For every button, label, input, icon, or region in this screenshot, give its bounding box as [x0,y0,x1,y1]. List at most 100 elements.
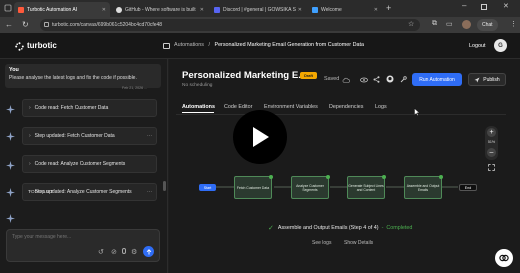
status-badge-label: Draft [304,73,313,78]
chat-log-item-label: Code read: Fetch Customer Data [34,105,109,111]
chat-log-item-label: Code read: Analyze Customer Segments [34,161,126,167]
end-node[interactable]: End [459,184,477,191]
browser-tab-welcome[interactable]: Welcome ✕ [308,2,382,17]
workflow-step-node[interactable]: Fetch Customer Data [234,175,273,199]
reload-icon[interactable]: ↻ [22,20,29,29]
run-automation-button[interactable]: Run Automation [412,73,462,86]
tab-label: GitHub - Where software is built [125,6,196,13]
bookmark-star-icon[interactable]: ☆ [408,20,414,28]
app-logo-text[interactable]: turbotic [27,41,57,50]
breadcrumb-current: Personalized Marketing Email Generation … [214,42,364,48]
settings-icon[interactable]: ⚙ [131,248,137,256]
user-avatar[interactable]: G [494,39,507,52]
attach-icon[interactable]: ⊘ [111,248,117,256]
wrench-icon[interactable] [400,76,407,83]
chat-log-item[interactable]: › Step updated: Fetch Customer Data ··· [22,127,157,145]
fit-view-icon[interactable] [488,164,495,171]
tab-automations[interactable]: Automations [182,104,215,110]
zoom-in-button[interactable]: + [487,128,496,137]
app-header: turbotic Automations / Personalized Mark… [0,33,520,59]
workflow-step-label: Generate Subject Lines and Content [348,183,384,192]
breadcrumb-root[interactable]: Automations [174,42,204,48]
chat-log-item[interactable]: › Code read: Fetch Customer Data [22,99,157,117]
mic-icon[interactable] [122,248,126,254]
maximize-button[interactable] [481,4,487,10]
chat-log-item[interactable]: › Code read: Analyze Customer Segments [22,155,157,173]
video-play-button[interactable] [233,110,287,164]
step-status-dot [269,175,273,179]
more-options-icon[interactable]: ··· [147,133,152,139]
minimize-button[interactable]: – [462,1,466,10]
tab-environment-variables[interactable]: Environment Variables [264,104,318,110]
send-button[interactable] [143,246,154,257]
publish-button[interactable]: Publish [468,73,506,86]
tab-label: Discord | #general | GOWSIKA S [223,6,296,13]
chat-label: Chat [482,22,493,28]
browser-tab-github[interactable]: GitHub - Where software is built ✕ [112,2,208,17]
browser-tab-turbotic[interactable]: Turbotic Automation AI ✕ [14,2,110,17]
github-icon[interactable] [386,75,394,83]
tab-dependencies[interactable]: Dependencies [329,104,363,110]
show-details-link[interactable]: Show Details [344,240,373,246]
step-status-dot [326,175,330,179]
send-icon [146,248,151,254]
back-icon[interactable]: ← [5,20,13,29]
run-status-dash: - [381,225,384,231]
tab-logs[interactable]: Logs [375,104,387,110]
close-tab-icon[interactable]: ✕ [102,7,106,13]
automation-title: Personalized Marketing E... [182,70,307,81]
address-bar[interactable]: turbotic.com/canvas/699b061c5204bc4cd70c… [40,19,420,31]
sidebar-toggle-icon[interactable] [163,43,170,49]
tab-search-icon[interactable] [4,4,12,12]
history-icon[interactable]: ↺ [98,248,104,256]
sparkle-icon [6,132,15,141]
user-message-text: Please analyse the latest logs and fix t… [9,75,137,81]
publish-label: Publish [483,76,500,83]
start-node-label: Start [203,185,212,190]
close-tab-icon[interactable]: ✕ [374,7,378,13]
browser-tab-bar: Turbotic Automation AI ✕ GitHub - Where … [0,0,520,17]
start-node[interactable]: Start [199,184,216,191]
browser-menu-icon[interactable]: ⋮ [510,20,517,28]
status-badge: Draft [300,72,317,79]
see-logs-link[interactable]: See logs [312,240,331,246]
share-icon[interactable] [373,76,380,83]
message-timestamp: Feb 21, 2026 ... [122,86,148,90]
new-tab-button[interactable]: + [386,3,391,13]
turbotic-logo-icon [15,42,24,51]
workflow-step-node[interactable]: Assemble and Output Emails [404,175,443,199]
run-status-line: ✓ Assemble and Output Emails (Step 4 of … [268,224,412,232]
tab-code-editor[interactable]: Code Editor [224,104,252,110]
logout-link[interactable]: Logout [469,43,486,49]
chat-scrollbar[interactable] [163,181,166,191]
user-message-author: You [9,67,19,73]
close-window-button[interactable]: ✕ [503,2,509,10]
support-chat-button[interactable] [495,249,513,267]
workflow-step-label: Assemble and Output Emails [406,183,440,192]
url-text: turbotic.com/canvas/699b061c5204bc4cd70c… [52,22,163,28]
split-view-icon[interactable]: ▭ [446,20,453,28]
cloud-check-icon [342,77,350,83]
visibility-icon[interactable] [360,77,368,83]
chat-button[interactable]: Chat [477,19,498,31]
chat-input-box[interactable]: ↺ ⊘ ⚙ [6,229,160,262]
workflow-step-node[interactable]: Analyze Customer Segments [291,175,330,199]
extensions-icon[interactable]: ⧉ [432,20,437,28]
chevron-right-icon: › [29,161,31,167]
browser-tab-discord[interactable]: Discord | #general | GOWSIKA S ✕ [210,2,306,17]
run-status-step: Assemble and Output Emails (Step 4 of 4) [277,225,379,231]
profile-avatar[interactable] [462,20,471,29]
chat-input[interactable] [12,233,152,241]
user-message-bubble: You Please analyse the latest logs and f… [5,64,161,88]
close-tab-icon[interactable]: ✕ [200,7,204,13]
close-tab-icon[interactable]: ✕ [298,7,302,13]
more-options-icon[interactable]: ··· [147,189,152,195]
workflow-step-label: Analyze Customer Segments [296,183,324,192]
workflow-step-node[interactable]: Generate Subject Lines and Content [347,175,386,199]
support-icon [499,254,509,262]
chevron-right-icon: › [29,133,31,139]
chat-panel: You Please analyse the latest logs and f… [0,59,168,273]
zoom-out-button[interactable]: – [487,148,496,157]
site-info-icon[interactable] [44,22,49,27]
run-automation-label: Run Automation [419,76,455,83]
